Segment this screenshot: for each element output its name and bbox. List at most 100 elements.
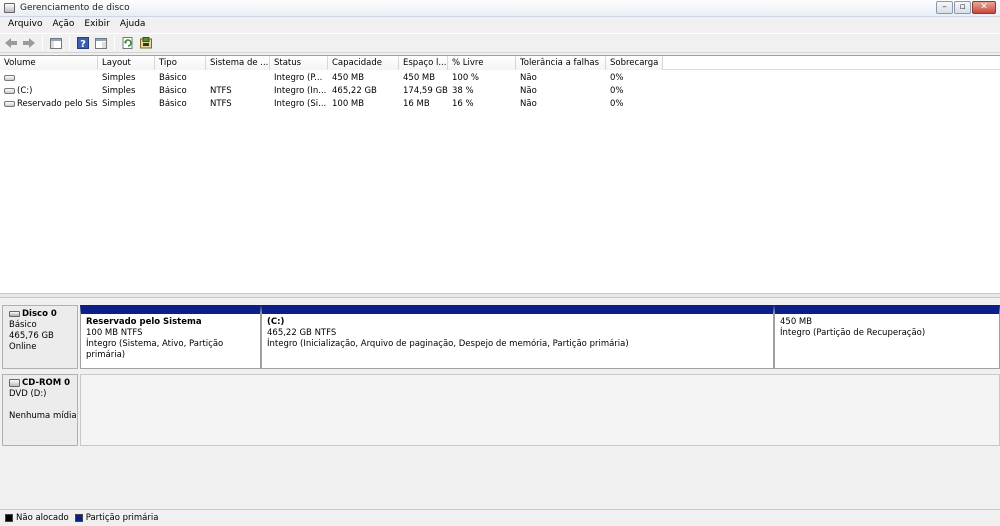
column-header-tolerancia[interactable]: Tolerância a falhas	[516, 56, 606, 70]
disk-name: CD-ROM 0	[22, 378, 71, 388]
cd-rom-empty-area	[80, 374, 1000, 446]
tipo-cell: Básico	[159, 73, 187, 83]
menu-exibir[interactable]: Exibir	[79, 17, 114, 32]
partition-bar: Reservado pelo Sistema 100 MB NTFS Ínteg…	[80, 305, 1000, 369]
cd-drive-icon	[9, 378, 20, 387]
toolbar-separator	[114, 36, 115, 50]
volume-cell: Reservado pelo Sis...	[0, 99, 98, 109]
tipo-cell: Básico	[159, 99, 187, 109]
capacidade-cell: 100 MB	[332, 99, 365, 109]
disk-label-disco-0[interactable]: Disco 0 Básico 465,76 GB Online	[2, 305, 78, 369]
table-row[interactable]: (C:) Simples Básico NTFS Íntegro (In... …	[0, 85, 1000, 98]
disk-type: DVD (D:)	[9, 389, 47, 399]
column-header-capacidade[interactable]: Capacidade	[328, 56, 399, 70]
disk-row-disco-0: Disco 0 Básico 465,76 GB Online Reservad…	[2, 305, 1000, 369]
status-cell: Íntegro (In...	[274, 86, 327, 96]
livre-cell: 16 %	[452, 99, 474, 109]
title-bar: Gerenciamento de disco – ▫ ✕	[0, 0, 1000, 17]
pane-splitter[interactable]	[0, 293, 1000, 298]
legend-swatch	[74, 514, 83, 522]
table-row[interactable]: Simples Básico Íntegro (P... 450 MB 450 …	[0, 72, 1000, 85]
partition-status: Íntegro (Inicialização, Arquivo de pagin…	[267, 339, 629, 349]
window-title: Gerenciamento de disco	[20, 3, 130, 13]
window-controls: – ▫ ✕	[936, 1, 996, 14]
legend-label: Partição primária	[85, 513, 159, 523]
volume-icon	[4, 74, 15, 81]
close-button[interactable]: ✕	[972, 1, 996, 14]
menu-bar: Arquivo Ação Exibir Ajuda	[0, 17, 1000, 32]
livre-cell: 38 %	[452, 86, 474, 96]
capacidade-cell: 465,22 GB	[332, 86, 377, 96]
disk-row-cd-rom-0: CD-ROM 0 DVD (D:) Nenhuma mídia	[2, 374, 1000, 446]
tolerancia-cell: Não	[520, 86, 537, 96]
legend-item-nao-alocado: Não alocado	[5, 513, 69, 523]
disk-name: Disco 0	[22, 309, 57, 319]
rescan-icon[interactable]	[138, 35, 154, 51]
espaco-cell: 174,59 GB	[403, 86, 448, 96]
partition-size: 450 MB	[780, 317, 813, 327]
svg-text:?: ?	[80, 39, 86, 49]
sistema-cell: NTFS	[210, 99, 232, 109]
menu-arquivo[interactable]: Arquivo	[3, 17, 47, 32]
hard-disk-icon	[9, 310, 20, 317]
table-row[interactable]: Reservado pelo Sis... Simples Básico NTF…	[0, 98, 1000, 111]
volume-cell	[0, 73, 98, 83]
partition-name: Reservado pelo Sistema	[86, 317, 202, 327]
partition-recovery[interactable]: 450 MB Íntegro (Partição de Recuperação)	[774, 305, 1000, 369]
help-icon[interactable]: ?	[75, 35, 91, 51]
disk-management-app-icon	[4, 3, 15, 13]
tipo-cell: Básico	[159, 86, 187, 96]
column-header-percent-livre[interactable]: % Livre	[448, 56, 516, 70]
toolbar-separator	[69, 36, 70, 50]
status-cell: Íntegro (Si...	[274, 99, 327, 109]
column-header-tipo[interactable]: Tipo	[155, 56, 206, 70]
properties-icon[interactable]	[93, 35, 109, 51]
toolbar: ?	[0, 33, 1000, 53]
espaco-cell: 16 MB	[403, 99, 430, 109]
menu-acao[interactable]: Ação	[47, 17, 79, 32]
livre-cell: 100 %	[452, 73, 480, 83]
refresh-icon[interactable]	[120, 35, 136, 51]
maximize-button[interactable]: ▫	[954, 1, 971, 14]
column-header-sobrecarga[interactable]: Sobrecarga	[606, 56, 663, 70]
column-header-status[interactable]: Status	[270, 56, 328, 70]
volume-icon	[4, 100, 15, 107]
legend-swatch	[5, 514, 13, 522]
back-arrow-icon[interactable]	[3, 35, 19, 51]
legend-item-particao-primaria: Partição primária	[74, 513, 159, 523]
layout-cell: Simples	[102, 86, 136, 96]
layout-cell: Simples	[102, 99, 136, 109]
disk-map-pane: Disco 0 Básico 465,76 GB Online Reservad…	[0, 299, 1000, 509]
disk-size: 465,76 GB	[9, 331, 54, 341]
volume-icon	[4, 87, 15, 94]
forward-arrow-icon[interactable]	[21, 35, 37, 51]
disk-size	[9, 400, 77, 411]
menu-ajuda[interactable]: Ajuda	[115, 17, 151, 32]
disk-state: Nenhuma mídia	[9, 411, 77, 421]
legend-label: Não alocado	[16, 513, 69, 523]
tolerancia-cell: Não	[520, 73, 537, 83]
layout-cell: Simples	[102, 73, 136, 83]
sobrecarga-cell: 0%	[610, 73, 624, 83]
column-header-volume[interactable]: Volume	[0, 56, 98, 70]
disk-label-cd-rom-0[interactable]: CD-ROM 0 DVD (D:) Nenhuma mídia	[2, 374, 78, 446]
sistema-cell: NTFS	[210, 86, 232, 96]
disk-type: Básico	[9, 320, 37, 330]
partition-name: (C:)	[267, 317, 285, 327]
column-header-espaco-livre[interactable]: Espaço l...	[399, 56, 448, 70]
partition-reservado[interactable]: Reservado pelo Sistema 100 MB NTFS Ínteg…	[80, 305, 261, 369]
partition-size: 465,22 GB NTFS	[267, 328, 337, 338]
column-header-sistema[interactable]: Sistema de ...	[206, 56, 270, 70]
console-tree-icon[interactable]	[48, 35, 64, 51]
partition-c[interactable]: (C:) 465,22 GB NTFS Íntegro (Inicializaç…	[261, 305, 774, 369]
tolerancia-cell: Não	[520, 99, 537, 109]
sobrecarga-cell: 0%	[610, 86, 624, 96]
volume-cell: (C:)	[0, 86, 98, 96]
minimize-button[interactable]: –	[936, 1, 953, 14]
volume-list: Volume Layout Tipo Sistema de ... Status…	[0, 55, 1000, 293]
column-header-layout[interactable]: Layout	[98, 56, 155, 70]
legend: Não alocado Partição primária	[0, 509, 1000, 526]
volume-list-header: Volume Layout Tipo Sistema de ... Status…	[0, 56, 1000, 70]
partition-status: Íntegro (Sistema, Ativo, Partição primár…	[86, 339, 224, 360]
partition-status: Íntegro (Partição de Recuperação)	[780, 328, 926, 338]
